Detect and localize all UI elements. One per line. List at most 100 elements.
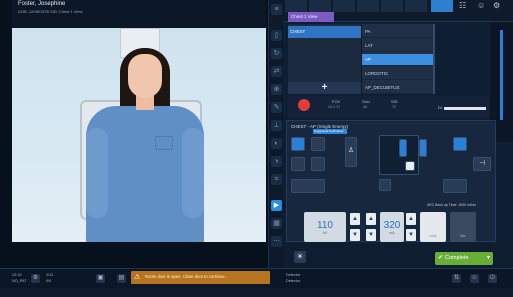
ma-value: 320 [383,220,401,231]
patient-name: Foster, Josephine [18,1,66,7]
tab-exam[interactable] [333,0,355,12]
exam-list: CHEST [288,24,361,82]
ma-unit: mA [389,231,395,235]
screen-icon[interactable]: ▣ [96,274,105,283]
collimation-tag: Suggested Collimation [313,129,347,134]
grid-label: Grid [362,99,370,104]
power-icon[interactable]: ⏻ [488,274,497,283]
measure-icon[interactable]: ⟂ [271,120,282,131]
grid-icon[interactable]: ▦ [271,218,282,229]
kv-display[interactable]: 110 kV [304,212,346,242]
positioning-mode-button[interactable] [291,137,305,151]
settings-small-icon[interactable]: ⚙ [31,274,40,283]
ma-display[interactable]: 320 mA [380,212,404,242]
wifi-icon: ☷ [459,1,467,10]
density-button[interactable] [453,137,467,151]
view-item-ap-decubitus[interactable]: AP_DECUBITUS [362,82,434,94]
tab-review[interactable] [309,0,331,12]
view-item-pa[interactable]: PA [362,26,434,38]
scrubs-pocket [155,136,173,150]
aec-chamber-center[interactable] [405,161,415,171]
grid-toggle-button[interactable] [311,157,325,171]
patient-size-button[interactable] [311,137,325,151]
patient-info: DOB: 12/08/1976 SID: Chest 1 View [18,9,83,14]
grid-value: 40 [363,105,367,109]
status-count-2: 0/0 [46,279,52,283]
window-icon[interactable]: ◐ [271,138,282,149]
exposure-info-row: FOV 14 X 17 Grid 40 SID 72 DI [288,96,490,118]
check-icon: ✔ [438,255,444,261]
exam-item-chest[interactable]: CHEST [288,26,361,38]
view-item-ap[interactable]: AP [362,54,434,66]
sid-value: 72 [392,105,396,109]
fov-label: FOV [332,99,341,104]
complete-label: Complete [445,255,469,261]
kv-up-button[interactable]: ▲ [350,213,360,225]
kv-down-fine-button[interactable]: ▼ [366,229,376,241]
tab-acquisition-active[interactable] [431,0,453,12]
ma-down-button[interactable]: ▼ [406,229,416,241]
radiation-icon [298,99,310,111]
screen-bezel [0,288,513,297]
printer-icon[interactable]: ▤ [117,274,126,283]
view-list: PA LAT AP LORDOTIC AP_DECUBITUS [361,24,434,94]
ruler-icon[interactable]: ▯ [271,30,282,41]
di-label: DI [438,105,442,110]
complete-button[interactable]: ✔ Complete ▾ [435,252,493,265]
zoom-icon[interactable]: ⊕ [271,84,282,95]
flip-icon[interactable]: ⇄ [271,66,282,77]
settings-icon[interactable]: ⚙ [493,1,500,10]
patient-face [128,54,162,98]
detector-select-button[interactable] [443,179,467,193]
user-icon[interactable]: ☺ [477,1,485,10]
annotate-icon[interactable]: ✎ [271,102,282,113]
orientation-button[interactable] [291,157,305,171]
mas-display[interactable]: mAs [420,212,446,242]
crop-icon[interactable]: ⌗ [271,174,282,185]
kv-up-fine-button[interactable]: ▲ [366,213,376,225]
patient-header: Foster, Josephine DOB: 12/08/1976 SID: C… [12,0,266,28]
status-mode: NO_PAT [12,279,27,283]
more-icon[interactable]: ⋯ [271,236,282,247]
aec-chamber-right[interactable] [419,139,427,157]
light-icon[interactable]: ☀ [294,251,306,263]
chevron-down-icon: ▾ [486,255,490,261]
tab-acquire[interactable] [285,0,307,12]
kv-unit: kV [322,231,328,235]
menu-icon[interactable]: ≡ [271,4,282,15]
body-icon: ♙ [347,147,355,154]
door-open-warning: ⚠ Room door is open. Close door to conti… [131,271,270,284]
room-camera-image [12,28,266,242]
network-icon[interactable]: ⇅ [452,274,461,283]
procedure-tabs: Chest 1 View [288,12,433,22]
patient-arm-right [182,128,204,218]
tab-images[interactable] [357,0,379,12]
user-status-icon[interactable]: ☺ [470,274,479,283]
warning-icon: ⚠ [134,274,141,281]
ma-up-button[interactable]: ▲ [406,213,416,225]
status-count-1: 1/12 [46,273,54,277]
active-strip-indicator [500,30,503,120]
aec-chamber-left[interactable] [399,139,407,157]
view-item-lordotic[interactable]: LORDOTIC [362,68,434,80]
status-detector-2: Detector [286,279,301,283]
camera-icon[interactable]: ▶ [271,200,282,211]
view-item-lat[interactable]: LAT [362,40,434,52]
add-exam-button[interactable]: + [288,82,361,94]
tab-settings[interactable] [405,0,427,12]
warning-text: Room door is open. Close door to continu… [145,274,226,279]
rotate-icon[interactable]: ↻ [271,48,282,59]
view-list-scrollbar[interactable] [433,24,435,94]
focal-spot-button[interactable] [379,179,391,191]
kv-down-button[interactable]: ▼ [350,229,360,241]
aec-backup-label: AEC Back up Time: 1000 mSec [427,203,477,207]
camera-view-frame: Foster, Josephine DOB: 12/08/1976 SID: C… [0,0,283,268]
tab-worklist[interactable] [381,0,403,12]
app-root: Foster, Josephine DOB: 12/08/1976 SID: C… [0,0,513,297]
sec-display[interactable]: Sec [450,212,476,242]
invert-icon[interactable]: ◑ [271,156,282,167]
tube-icon: ⊣ [478,160,486,167]
procedure-tab[interactable]: Chest 1 View [288,12,334,22]
filter-button[interactable] [291,179,325,193]
status-time: 12:19 [12,273,22,277]
